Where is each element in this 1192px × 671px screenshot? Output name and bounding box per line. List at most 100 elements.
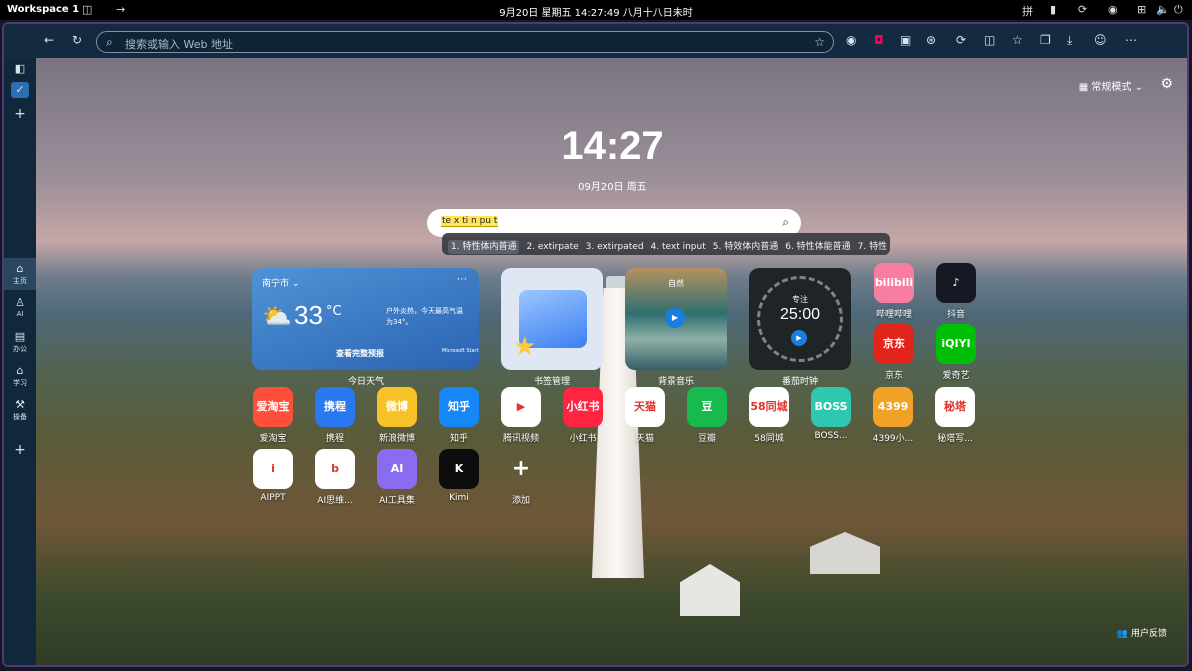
music-widget[interactable]: 自然 ▶ [625, 268, 727, 370]
feedback-button[interactable]: 👥 用户反馈 [1117, 626, 1167, 639]
app-logo-icon: 天猫 [625, 387, 665, 427]
favorites-icon[interactable]: ☆ [1012, 33, 1023, 47]
app-shortcut[interactable]: 58同城 58同城 [738, 387, 800, 444]
weather-unit: °C [326, 304, 342, 319]
gamepad-icon[interactable]: ⊛ [926, 33, 936, 47]
address-bar[interactable]: ⌕ 搜索或输入 Web 地址 ☆ [96, 31, 834, 53]
users-icon: 👥 [1116, 629, 1131, 639]
chevron-down-icon: ⌄ [1134, 82, 1143, 93]
weather-widget[interactable]: 南宁市 ⌄ ⋯ ⛅ 33 °C 户外炎热，今天最高气温为34°。 查看完整预报 … [252, 268, 479, 370]
app-shortcut[interactable]: 天猫 天猫 [614, 387, 676, 444]
network-icon[interactable]: ⊞ [1137, 3, 1146, 16]
sidebar-item-home[interactable]: ⌂ 主页 [4, 258, 36, 290]
ime-candidate[interactable]: 2. extirpate [526, 242, 578, 252]
ime-candidate[interactable]: 4. text input [651, 242, 706, 252]
download-icon[interactable]: ⤓ [1067, 33, 1072, 48]
sync-icon[interactable]: ⟳ [1078, 3, 1087, 16]
weather-city[interactable]: 南宁市 ⌄ [262, 276, 299, 289]
app-shortcut[interactable]: b AI思维... [304, 449, 366, 506]
app-logo-icon: ♪ [936, 263, 976, 303]
volume-icon[interactable]: 🔈 [1156, 3, 1170, 16]
office-icon: ▤ [14, 330, 26, 343]
app-logo-icon: 知乎 [439, 387, 479, 427]
forecast-link[interactable]: 查看完整预报 [336, 348, 384, 359]
app-shortcut[interactable]: 秘塔秘塔写... [924, 387, 986, 444]
more-icon[interactable]: ⋯ [457, 274, 467, 285]
more-menu-icon[interactable]: ⋯ [1125, 33, 1137, 47]
app-shortcut[interactable]: ♪ 抖音 [925, 263, 987, 320]
sidebar-item-office[interactable]: ▤ 办公 [4, 330, 36, 354]
app-shortcut[interactable]: i AIPPT [242, 449, 304, 503]
app-shortcut-label: 4399小... [872, 434, 914, 444]
app-shortcut[interactable]: 微博 新浪微博 [366, 387, 428, 444]
ime-candidate[interactable]: 3. extirpated [586, 242, 644, 252]
play-icon[interactable]: ▶ [665, 308, 685, 328]
app-shortcut[interactable]: ▶ 腾讯视频 [490, 387, 552, 444]
active-tab-favicon[interactable]: ✓ [4, 82, 36, 98]
ime-candidate[interactable]: 7. 特性 [858, 242, 887, 252]
app-shortcut-label: 知乎 [449, 434, 468, 444]
app-logo-icon: b [315, 449, 355, 489]
app-shortcut[interactable]: iQIYI 爱奇艺 [925, 324, 987, 381]
browser-window: ← ↻ ⌕ 搜索或输入 Web 地址 ☆ ◉ ◘ ▣ ⊛ ⟳ ◫ ☆ ❐ ⤓ ☺… [2, 22, 1189, 667]
ime-candidate[interactable]: 6. 特性体能普通 [785, 242, 850, 252]
ime-candidate[interactable]: 1. 特性体内普通 [448, 240, 520, 254]
reload-icon[interactable]: ↻ [72, 33, 82, 47]
app-shortcut-label: 秘塔写... [937, 434, 973, 444]
sidebar-item-study[interactable]: ⌂ 学习 [4, 364, 36, 388]
extension-icon[interactable]: ◉ [846, 33, 856, 47]
back-icon[interactable]: ← [44, 33, 54, 47]
app-shortcut[interactable]: K Kimi [428, 449, 490, 503]
bookmark-widget[interactable]: ★ [501, 268, 603, 370]
app-shortcut[interactable]: bilibili 哔哩哔哩 [863, 263, 925, 320]
mode-switch[interactable]: ▦ 常规模式 ⌄ [1079, 78, 1143, 93]
split-view-icon[interactable]: ◫ [984, 33, 995, 47]
pomodoro-widget[interactable]: 专注 25:00 ▶ [749, 268, 851, 370]
app-shortcut[interactable]: 知乎 知乎 [428, 387, 490, 444]
hut-background [680, 564, 740, 616]
refresh-extension-icon[interactable]: ⟳ [956, 33, 966, 47]
screenshot-icon[interactable]: ▣ [900, 33, 911, 47]
app-logo-icon: 秘塔 [935, 387, 975, 427]
app-shortcut[interactable]: AI AI工具集 [366, 449, 428, 506]
play-icon[interactable]: ▶ [791, 330, 807, 346]
app-shortcut[interactable]: 小红书 小红书 [552, 387, 614, 444]
app-shortcut-label: 爱淘宝 [259, 434, 287, 444]
app-shortcut[interactable]: 携程 携程 [304, 387, 366, 444]
music-title: 自然 [668, 279, 684, 288]
app-shortcut[interactable]: 豆豆瓣 [676, 387, 738, 444]
music-widget-label: 背景音乐 [657, 377, 694, 387]
add-shortcut-button[interactable]: + 添加 [490, 449, 552, 506]
input-method-indicator[interactable]: 拼 [1022, 3, 1033, 19]
power-icon[interactable]: ⏻ [1174, 3, 1183, 17]
app-logo-icon: bilibili [874, 263, 914, 303]
sidebar-item-ai[interactable]: ♙ AI [4, 296, 36, 318]
app-shortcut[interactable]: 爱淘宝 爱淘宝 [242, 387, 304, 444]
ime-candidate[interactable]: 5. 特效体内普通 [713, 242, 778, 252]
search-input-text[interactable]: te x ti n pu t [441, 216, 499, 227]
collections-icon[interactable]: ❐ [1040, 33, 1051, 47]
new-tab-icon[interactable]: + [4, 106, 36, 122]
pomodoro-widget-label: 番茄时钟 [781, 377, 818, 387]
sidebar-item-tools[interactable]: ⚒ 操备 [4, 398, 36, 422]
gear-icon[interactable]: ⚙ [1160, 76, 1173, 92]
app-shortcut[interactable]: 京东 京东 [863, 324, 925, 381]
adblock-icon[interactable]: ◘ [874, 33, 884, 47]
system-clock[interactable]: 9月20日 星期五 14:27:49 八月十八日未时 [0, 4, 1192, 19]
tab-panel-icon[interactable]: ◧ [4, 62, 36, 75]
search-icon[interactable]: ⌕ [782, 215, 789, 230]
app-shortcut-label: 爱奇艺 [942, 371, 970, 381]
tray-app-icon[interactable]: ▮ [1050, 3, 1056, 16]
microsoft-start-logo: Microsoft Start [442, 348, 479, 354]
app-shortcut[interactable]: 4399 4399小... [862, 387, 924, 444]
app-tray-icon[interactable]: ◉ [1108, 3, 1118, 16]
star-icon[interactable]: ☆ [814, 35, 825, 49]
app-shortcut[interactable]: BOSS BOSS... [800, 387, 862, 441]
app-logo-icon: 4399 [873, 387, 913, 427]
app-logo-icon: 携程 [315, 387, 355, 427]
sidebar-add-icon[interactable]: + [4, 442, 36, 458]
app-logo-icon: i [253, 449, 293, 489]
profile-avatar[interactable]: ☺ [1094, 33, 1107, 47]
grid-icon: ▦ [1078, 82, 1092, 93]
hut-background [810, 532, 880, 574]
